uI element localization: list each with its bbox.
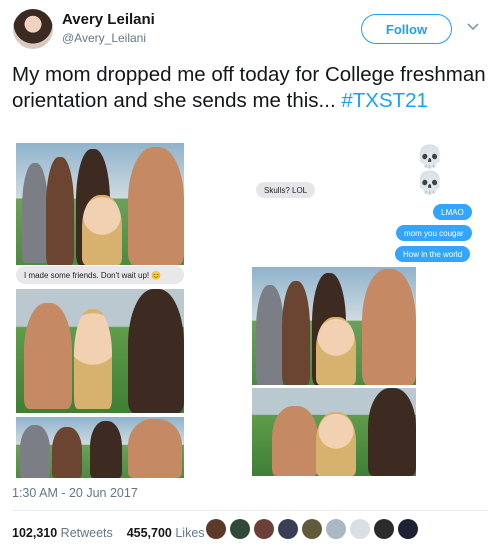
retweets-label[interactable]: Retweets xyxy=(61,526,113,540)
hashtag-link[interactable]: #TXST21 xyxy=(341,89,428,112)
avatar[interactable] xyxy=(302,519,322,539)
photo-group-middle-left xyxy=(16,289,184,413)
tweet-timestamp[interactable]: 1:30 AM - 20 Jun 2017 xyxy=(12,486,138,500)
message-bubble: Skulls? LOL xyxy=(256,182,316,198)
user-handle[interactable]: @Avery_Leilani xyxy=(62,31,146,45)
retweets-count[interactable]: 102,310 xyxy=(12,526,57,540)
photo-group-bottom-right xyxy=(252,388,416,476)
liker-avatars xyxy=(206,519,418,541)
likes-count[interactable]: 455,700 xyxy=(127,526,172,540)
tweet-header: Avery Leilani @Avery_Leilani Follow xyxy=(0,0,500,54)
avatar[interactable] xyxy=(326,519,346,539)
avatar[interactable] xyxy=(254,519,274,539)
photo-group-bottom-left xyxy=(16,417,184,478)
avatar[interactable] xyxy=(230,519,250,539)
likes-label[interactable]: Likes xyxy=(175,526,204,540)
avatar[interactable] xyxy=(13,9,53,49)
message-bubble: How in the world xyxy=(395,246,471,262)
divider xyxy=(12,510,488,511)
caption-bubble: I made some friends. Don't wait up! 😊 xyxy=(16,266,184,284)
follow-button[interactable]: Follow xyxy=(361,14,452,44)
avatar[interactable] xyxy=(350,519,370,539)
tweet-media[interactable]: I made some friends. Don't wait up! 😊 💀 … xyxy=(12,140,488,478)
user-name[interactable]: Avery Leilani xyxy=(62,11,155,28)
tweet-text: My mom dropped me off today for College … xyxy=(12,62,487,114)
chevron-down-icon[interactable] xyxy=(465,19,481,35)
tweet-stats: 102,310 Retweets 455,700 Likes xyxy=(12,526,205,540)
avatar[interactable] xyxy=(206,519,226,539)
message-bubble: LMAO xyxy=(433,204,472,220)
photo-group-top-right xyxy=(252,267,416,385)
avatar[interactable] xyxy=(374,519,394,539)
avatar[interactable] xyxy=(398,519,418,539)
avatar[interactable] xyxy=(278,519,298,539)
message-bubble: mom you cougar xyxy=(396,225,472,241)
skull-icon: 💀 💀 xyxy=(416,144,448,195)
photo-group-top-left xyxy=(16,143,184,265)
